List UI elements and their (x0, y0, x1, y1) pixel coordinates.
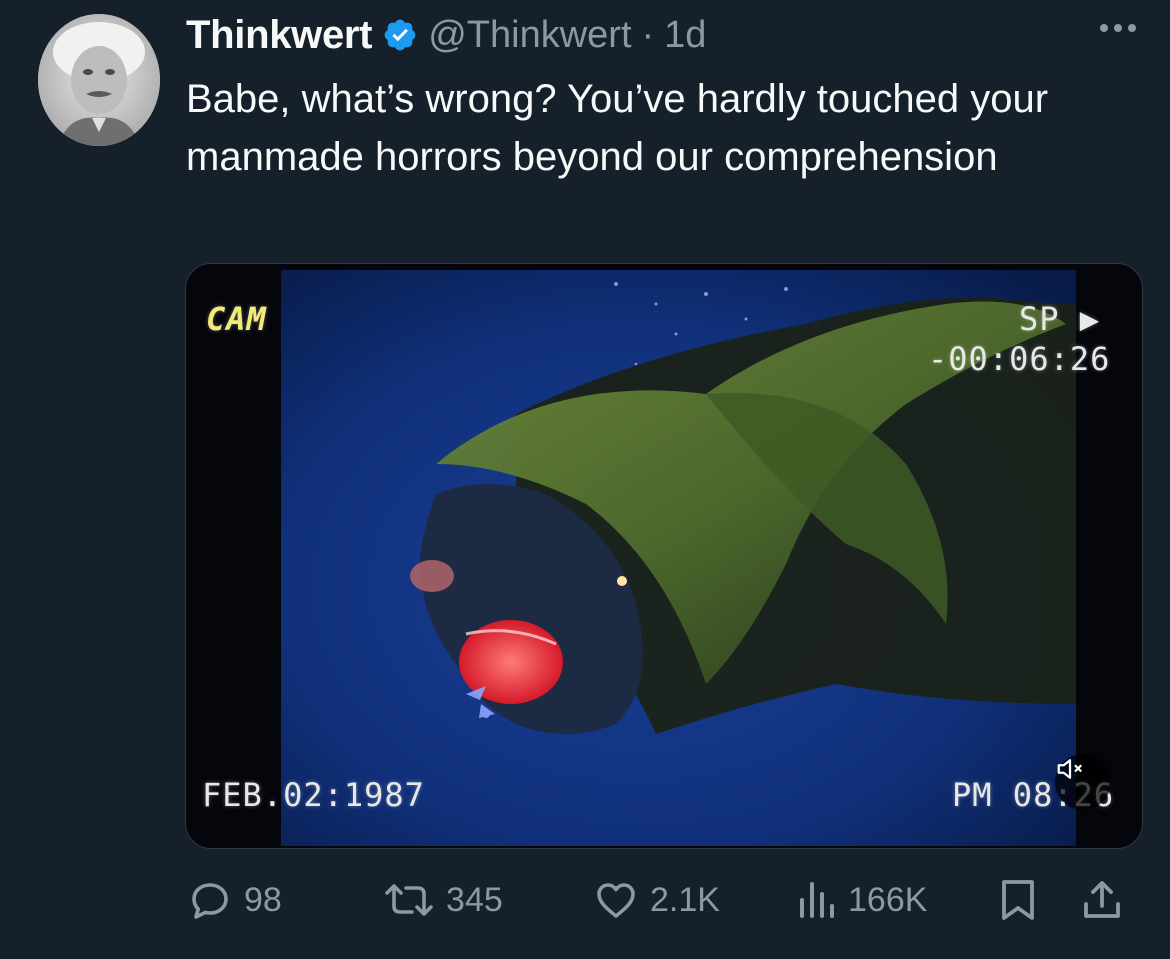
speaker-muted-icon[interactable] (1055, 754, 1111, 810)
tweet-timestamp[interactable]: 1d (664, 14, 706, 57)
reply-count: 98 (244, 880, 282, 919)
reply-icon (186, 876, 234, 924)
like-count: 2.1K (650, 880, 720, 919)
like-button[interactable]: 2.1K (592, 870, 720, 930)
overlay-date: FEB.02:1987 (202, 776, 425, 814)
overlay-cam-label: CAM (206, 300, 267, 338)
tweet-text: Babe, what’s wrong? You’ve hardly touche… (186, 77, 1049, 179)
share-button[interactable] (1078, 870, 1126, 930)
more-dots-icon[interactable] (1100, 24, 1136, 32)
user-handle[interactable]: @Thinkwert (428, 14, 631, 57)
overlay-timer: -00:06:26 (928, 340, 1111, 378)
bookmark-icon (996, 876, 1040, 924)
bar-chart-icon (794, 876, 838, 924)
video-player[interactable]: CAM SP ▶ -00:06:26 FEB.02:1987 PM 08:26 (185, 263, 1143, 849)
retweet-button[interactable]: 345 (382, 870, 503, 930)
tweet-actions: 98 345 2.1K 166K (186, 870, 1146, 930)
separator-dot: · (641, 13, 655, 56)
heart-icon (592, 876, 640, 924)
bookmark-button[interactable] (996, 870, 1040, 930)
views-count: 166K (848, 880, 928, 919)
tweet-header: Thinkwert @Thinkwert · 1d (186, 12, 706, 58)
display-name[interactable]: Thinkwert (186, 13, 373, 58)
overlay-sp-label: SP ▶ (1019, 300, 1101, 338)
retweet-count: 345 (446, 880, 503, 919)
retweet-icon (382, 876, 436, 924)
verified-badge-icon (382, 17, 418, 53)
views-button[interactable]: 166K (794, 870, 927, 930)
avatar[interactable] (38, 14, 160, 146)
reply-button[interactable]: 98 (186, 870, 282, 930)
share-icon (1078, 876, 1126, 924)
portrait-avatar (38, 14, 160, 146)
